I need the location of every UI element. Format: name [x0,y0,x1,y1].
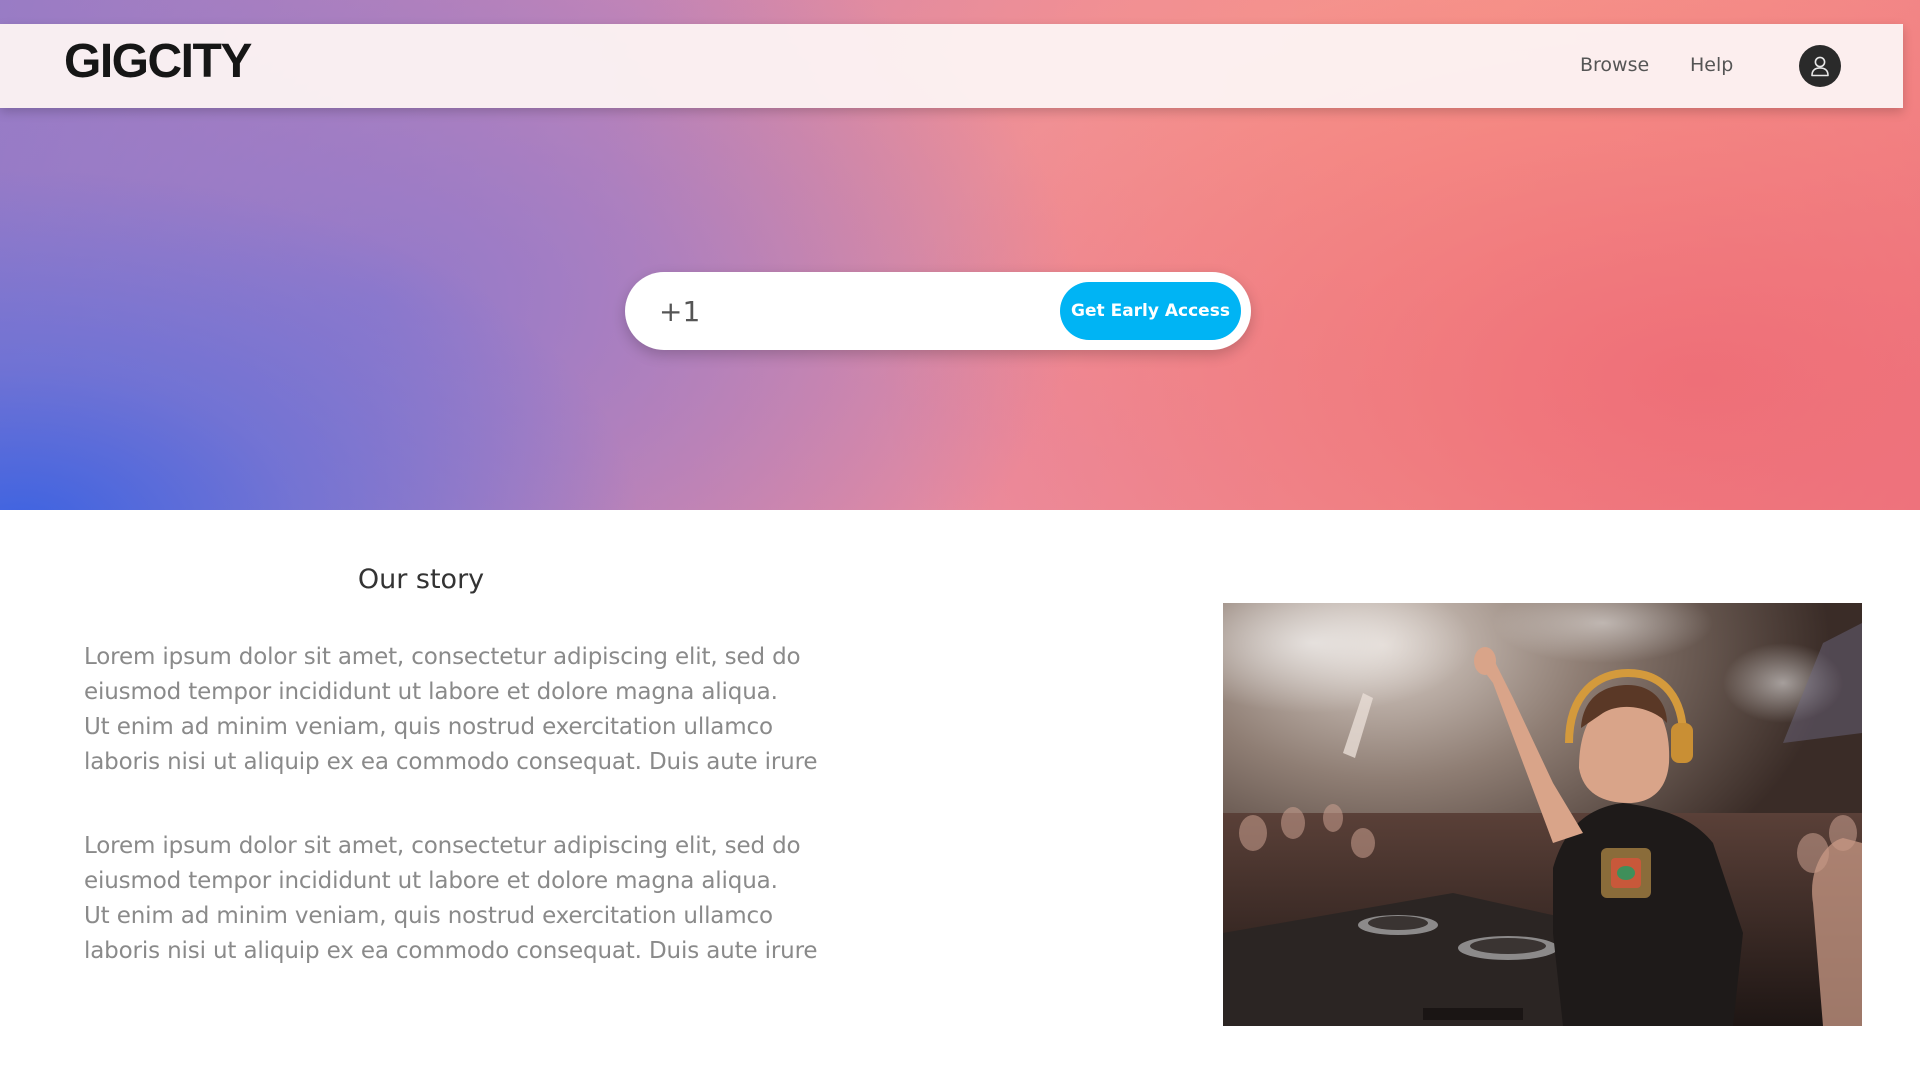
site-logo[interactable]: GIGCITY [64,35,252,89]
story-paragraph-line: Ut enim ad minim veniam, quis nostrud ex… [84,714,773,740]
story-paragraph-line: Lorem ipsum dolor sit amet, consectetur … [84,644,801,670]
top-navbar: GIGCITY Browse Help [0,24,1903,108]
story-heading: Our story [357,564,485,595]
story-paragraph-line: Lorem ipsum dolor sit amet, consectetur … [84,833,801,859]
story-paragraph-line: Ut enim ad minim veniam, quis nostrud ex… [84,903,773,929]
story-paragraph-line: eiusmod tempor incididunt ut labore et d… [84,868,778,894]
early-access-form: Get Early Access [625,272,1251,350]
user-icon [1811,56,1829,77]
dj-performing-photo [1223,603,1862,1026]
story-paragraph-line: laboris nisi ut aliquip ex ea commodo co… [84,749,818,775]
phone-number-input[interactable] [659,292,1039,330]
story-paragraph-line: eiusmod tempor incididunt ut labore et d… [84,679,778,705]
story-paragraph-line: laboris nisi ut aliquip ex ea commodo co… [84,938,818,964]
account-avatar-button[interactable] [1799,45,1841,87]
get-early-access-button[interactable]: Get Early Access [1060,282,1241,340]
story-paragraph-1: Lorem ipsum dolor sit amet, consectetur … [84,640,844,780]
nav-help-link[interactable]: Help [1690,54,1733,76]
nav-browse-link[interactable]: Browse [1580,54,1649,76]
story-paragraph-2: Lorem ipsum dolor sit amet, consectetur … [84,829,844,969]
